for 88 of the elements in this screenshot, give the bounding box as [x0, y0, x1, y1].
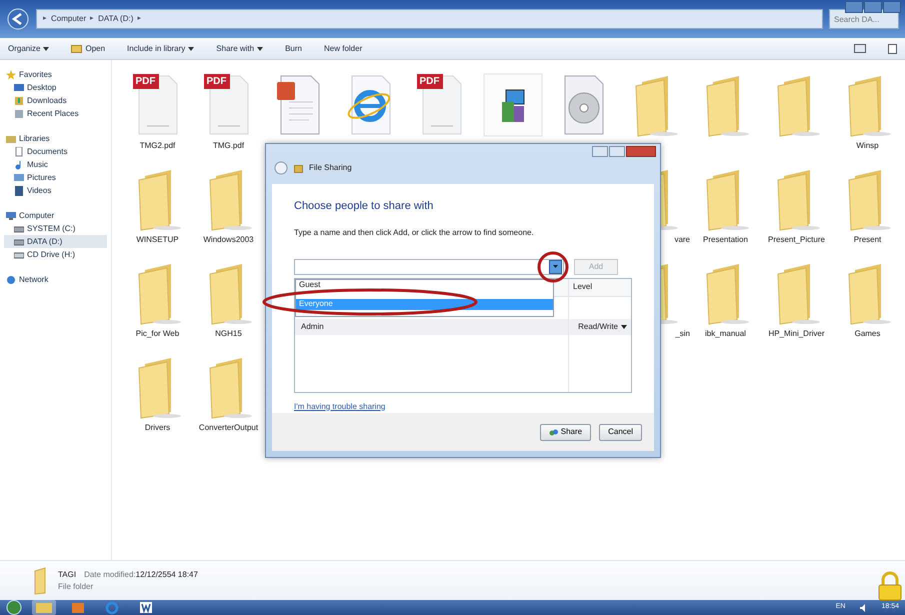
toolbar-button[interactable]: Burn	[285, 42, 302, 54]
sidebar-item[interactable]: Desktop	[4, 81, 107, 94]
speaker-icon[interactable]	[859, 604, 868, 612]
preview-pane-icon[interactable]	[888, 44, 897, 54]
date-value: 12/12/2554 18:47	[136, 568, 198, 580]
file-name[interactable]: TMG2.pdf	[140, 140, 176, 152]
sidebar-item[interactable]: Favorites	[4, 68, 107, 81]
file-name[interactable]: Pic_for Web	[136, 328, 180, 340]
file-type-label: PDF	[132, 74, 158, 89]
view-icon[interactable]	[854, 44, 866, 53]
minimize-button[interactable]	[845, 1, 863, 13]
star-icon	[6, 70, 16, 80]
file-name[interactable]: NGH15	[215, 328, 242, 340]
file-name[interactable]: Games	[854, 328, 880, 340]
file-name[interactable]: ConverterOutput	[198, 422, 258, 434]
dialog-heading: Choose people to share with	[294, 199, 434, 214]
file-name[interactable]: ibk_manual	[705, 328, 746, 340]
item-type: File folder	[58, 580, 94, 592]
back-icon[interactable]	[274, 161, 288, 175]
caret-icon	[188, 46, 194, 50]
table-row[interactable]: Read/Write	[569, 318, 631, 334]
folder-icon	[32, 566, 48, 594]
caret-icon	[43, 46, 50, 50]
permission-level[interactable]: Read/Write	[578, 320, 618, 332]
network-icon	[6, 274, 16, 284]
computer-icon	[6, 210, 16, 220]
users-icon	[548, 428, 558, 436]
start-button-icon[interactable]	[6, 600, 22, 615]
downloads-icon	[14, 96, 24, 106]
sidebar-item[interactable]: Documents	[4, 145, 107, 158]
column-header: Level	[573, 281, 592, 293]
breadcrumb-item[interactable]: Computer	[51, 13, 86, 25]
sidebar-item[interactable]: Downloads	[4, 94, 107, 107]
item-name: TAGI	[58, 568, 76, 580]
close-button[interactable]	[883, 1, 901, 13]
sidebar-item[interactable]: Network	[4, 273, 107, 286]
file-name[interactable]: HP_Mini_Driver	[768, 328, 824, 340]
lock-icon	[877, 571, 903, 601]
file-type-label: PDF	[416, 74, 442, 89]
folder-icon[interactable]	[34, 600, 54, 615]
sidebar-item[interactable]: SYSTEM (C:)	[4, 222, 107, 235]
caret-icon	[257, 46, 264, 50]
maximize-button[interactable]	[864, 1, 882, 13]
toolbar-button[interactable]: Open	[71, 42, 106, 54]
sidebar-item[interactable]: Libraries	[4, 132, 107, 145]
sidebar-item[interactable]: Computer	[4, 209, 107, 222]
file-name[interactable]: Drivers	[144, 422, 170, 434]
name-combo-field[interactable]	[294, 258, 564, 274]
share-button[interactable]: Share	[540, 424, 592, 440]
caret-icon	[553, 265, 558, 268]
sharing-icon	[294, 164, 303, 172]
file-name[interactable]: Winsp	[856, 140, 879, 152]
instruction-text: Type a name and then click Add, or click the arrow to find someone.	[294, 226, 535, 238]
file-type-label: PDF	[204, 74, 230, 89]
file-name[interactable]: Presentation	[703, 234, 748, 246]
sidebar-item[interactable]: Pictures	[4, 171, 107, 184]
minimize-button[interactable]	[592, 146, 608, 157]
toolbar-button[interactable]: Include in library	[127, 42, 194, 54]
file-name[interactable]: Windows2003	[203, 234, 254, 246]
document-icon	[14, 146, 24, 156]
close-button[interactable]	[626, 146, 656, 157]
breadcrumb-item[interactable]: DATA (D:)	[98, 13, 134, 25]
folder-icon	[71, 44, 82, 53]
help-link[interactable]: I'm having trouble sharing	[294, 400, 386, 412]
sidebar-item[interactable]: Videos	[4, 184, 107, 197]
file-name[interactable]: WINSETUP	[136, 234, 179, 246]
toolbar-button[interactable]: Organize	[8, 42, 50, 54]
maximize-button[interactable]	[609, 146, 625, 157]
file-name[interactable]: Present	[854, 234, 882, 246]
dialog-title: File Sharing	[309, 162, 352, 174]
toolbar-button[interactable]: Share with	[216, 42, 264, 54]
toolbar-button[interactable]: New folder	[324, 42, 362, 54]
sidebar-item[interactable]: Recent Places	[4, 107, 107, 120]
table-row[interactable]: Admin	[295, 318, 568, 334]
sidebar-item[interactable]: Music	[4, 158, 107, 171]
user-name: Admin	[301, 320, 324, 332]
dropdown-arrow-button[interactable]	[549, 260, 562, 274]
file-name[interactable]: _sin	[675, 328, 690, 340]
sidebar-item[interactable]: CD Drive (H:)	[4, 248, 107, 261]
dropdown-option[interactable]: Guest	[296, 280, 553, 290]
file-name[interactable]: vare	[674, 234, 690, 246]
file-name[interactable]: TMG.pdf	[212, 140, 244, 152]
file-name[interactable]: Present_Picture	[768, 234, 825, 246]
cancel-button[interactable]: Cancel	[599, 424, 642, 440]
date-label: Date modified:	[84, 568, 136, 580]
sidebar-item[interactable]: DATA (D:)	[4, 235, 107, 248]
caret-icon[interactable]	[621, 324, 627, 328]
installer-icon	[482, 72, 544, 138]
